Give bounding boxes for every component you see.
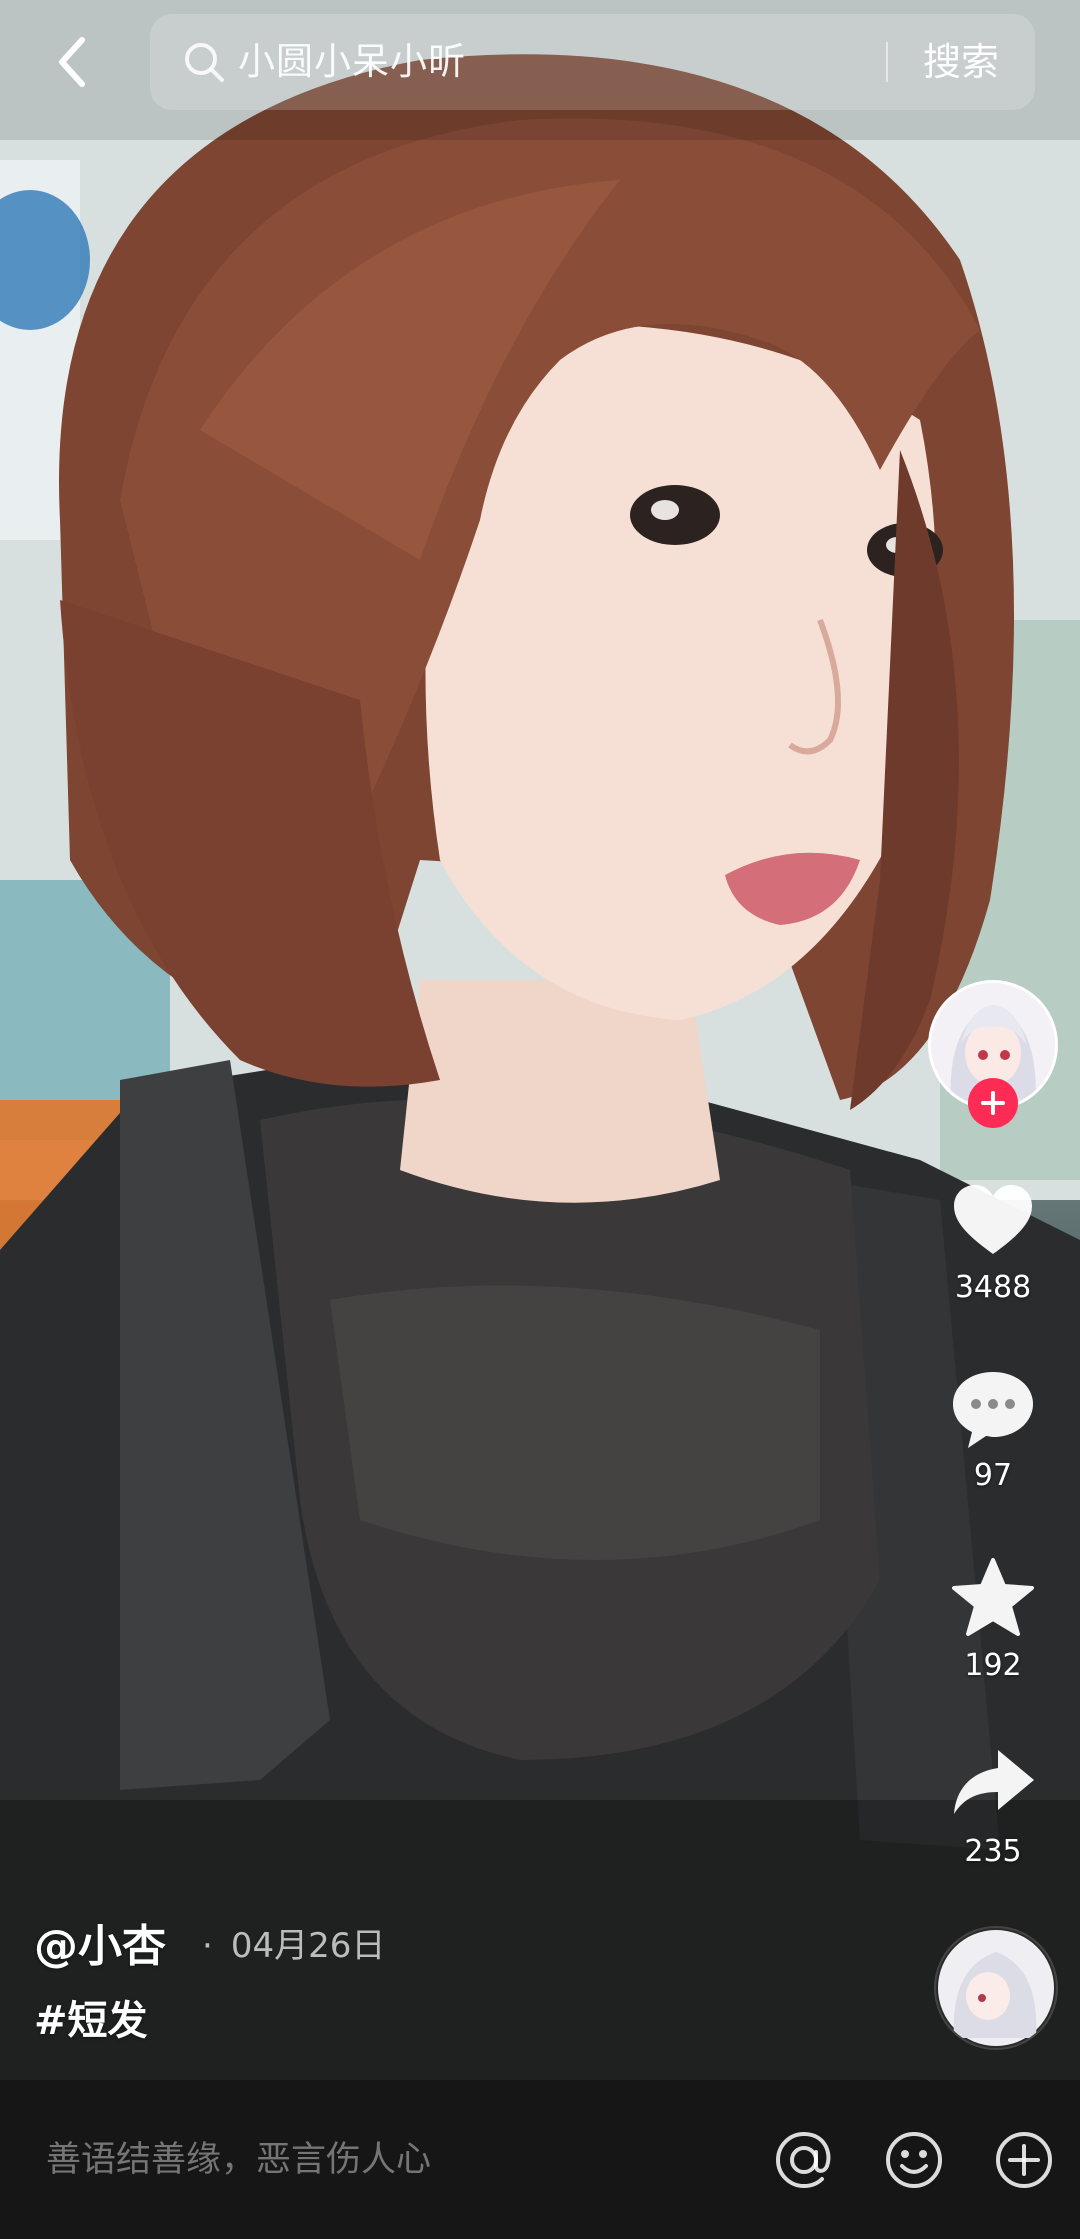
author-line: @小杏 04月26日: [34, 1912, 385, 1972]
music-cover-image: [938, 1930, 1054, 2046]
comment-input[interactable]: [44, 2080, 748, 2239]
post-date: 04月26日: [202, 1918, 386, 1967]
search-input[interactable]: 小圆小呆小昕: [238, 14, 466, 110]
video-frame[interactable]: [0, 0, 1080, 2080]
search-icon: [185, 43, 224, 82]
share-action[interactable]: 235: [930, 1740, 1056, 1869]
hashtag-link[interactable]: #短发: [34, 1988, 148, 2046]
author-name[interactable]: @小杏: [34, 1910, 166, 1974]
search-bar[interactable]: 小圆小呆小昕 搜索: [150, 14, 1035, 110]
heart-icon[interactable]: [948, 1176, 1038, 1266]
emoji-icon[interactable]: [882, 2128, 946, 2192]
author-avatar-container[interactable]: [928, 980, 1058, 1128]
like-count: 3488: [954, 1270, 1032, 1305]
like-action[interactable]: 3488: [930, 1176, 1056, 1305]
chat-bubble-icon[interactable]: [948, 1364, 1038, 1454]
video-content-image: [0, 0, 1080, 2080]
video-player-screen: 小圆小呆小昕 搜索 3488 97 192 235 @小杏 · 04月26日 #…: [0, 0, 1080, 2239]
chevron-left-icon: [59, 37, 85, 87]
comment-bar: [0, 2080, 1080, 2239]
comment-count: 97: [973, 1458, 1013, 1493]
back-button[interactable]: [40, 22, 104, 102]
search-button[interactable]: 搜索: [896, 14, 1026, 110]
follow-button[interactable]: [968, 1078, 1018, 1128]
star-icon[interactable]: [948, 1554, 1038, 1644]
plus-circle-icon[interactable]: [992, 2128, 1056, 2192]
search-divider: [886, 42, 888, 82]
share-arrow-icon[interactable]: [948, 1740, 1038, 1830]
at-icon[interactable]: [772, 2128, 836, 2192]
favorite-action[interactable]: 192: [930, 1554, 1056, 1683]
plus-icon: [981, 1091, 1005, 1115]
share-count: 235: [964, 1834, 1022, 1869]
music-disc[interactable]: [934, 1926, 1058, 2050]
favorite-count: 192: [964, 1648, 1022, 1683]
comment-action[interactable]: 97: [930, 1364, 1056, 1493]
